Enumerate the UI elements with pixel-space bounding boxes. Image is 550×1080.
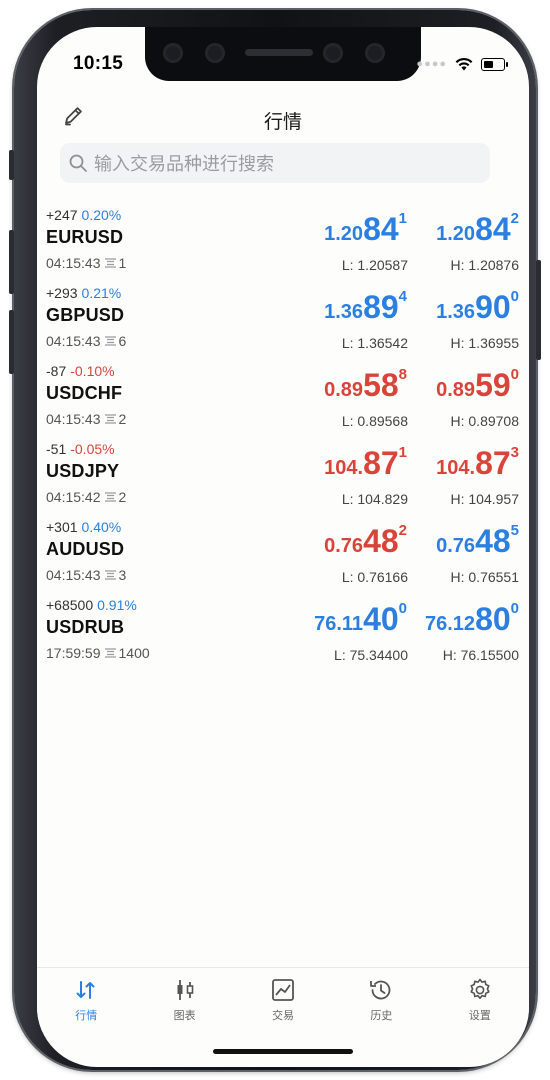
low-price: L: 0.76166 [341,569,408,585]
screen: 10:15 ●●●● 行情 输入交易品种进行搜索 +247 0.20% EURU… [37,27,529,1067]
tab-label: 行情 [75,1010,98,1022]
spread-icon [104,492,116,502]
symbol-name: GBPUSD [46,305,125,325]
tab-trade-chart[interactable]: 交易 [234,968,332,1032]
spread-icon [104,570,116,580]
search-placeholder: 输入交易品种进行搜索 [94,154,274,174]
low-price: L: 75.34400 [334,647,408,663]
spread-icon [104,258,116,268]
bid-price[interactable]: 0.76482 [324,523,407,557]
ask-price[interactable]: 0.76485 [436,523,519,557]
search-icon [69,154,87,172]
ask-price[interactable]: 0.89590 [436,367,519,401]
tab-label: 历史 [370,1010,393,1022]
search-input[interactable]: 输入交易品种进行搜索 [60,143,490,183]
tab-label: 图表 [173,1010,196,1022]
change-text: +293 0.21% [46,285,122,301]
quote-row-gbpusd[interactable]: +293 0.21% GBPUSD 04:15:43 6 1.36894 1.36… [37,281,529,359]
tab-bar: 行情 图表 交易 历史 设置 [37,967,529,1032]
tick-meta: 04:15:43 2 [46,411,127,427]
trade-chart-icon [272,979,294,1001]
history-clock-icon [370,980,391,1000]
high-price: H: 1.36955 [450,335,520,351]
tick-meta: 04:15:43 6 [46,333,127,349]
low-price: L: 1.36542 [341,335,408,351]
settings-gear-icon [470,978,490,1000]
home-indicator [213,1049,353,1054]
tab-settings-gear[interactable]: 设置 [431,968,529,1032]
volume-up-button [9,230,14,294]
high-price: H: 0.76551 [450,569,520,585]
symbol-name: EURUSD [46,227,124,247]
ask-price[interactable]: 76.12800 [425,601,519,635]
spread-icon [104,648,116,658]
change-text: +301 0.40% [46,519,122,535]
tab-label: 设置 [468,1010,491,1022]
low-price: L: 1.20587 [341,257,408,273]
quotes-arrows-icon [76,981,95,999]
high-price: H: 0.89708 [450,413,520,429]
signal-dots-icon: ●●●● [416,58,447,70]
high-price: H: 1.20876 [450,257,520,273]
tab-candlestick-chart[interactable]: 图表 [135,968,233,1032]
wifi-icon [455,57,473,71]
spread-icon [104,414,116,424]
symbol-name: USDJPY [46,461,120,481]
quote-row-usdjpy[interactable]: -51 -0.05% USDJPY 04:15:42 2 104.871 104.… [37,437,529,515]
bid-price[interactable]: 1.20841 [324,211,407,245]
volume-down-button [9,310,14,374]
speaker [245,49,313,56]
spread-icon [104,336,116,346]
tick-meta: 04:15:43 3 [46,567,127,583]
symbol-name: USDRUB [46,617,125,637]
symbol-name: USDCHF [46,383,123,403]
tab-history-clock[interactable]: 历史 [332,968,430,1032]
low-price: L: 104.829 [341,491,408,507]
ask-price[interactable]: 1.20842 [436,211,519,245]
quote-row-audusd[interactable]: +301 0.40% AUDUSD 04:15:43 3 0.76482 0.76… [37,515,529,593]
power-button [536,260,541,360]
mute-switch [9,150,14,180]
status-icons: ●●●● [416,57,508,71]
change-text: +247 0.20% [46,207,122,223]
quote-row-usdrub[interactable]: +68500 0.91% USDRUB 17:59:59 1400 76.1140… [37,593,529,671]
low-price: L: 0.89568 [341,413,408,429]
page-title: 行情 [263,112,302,133]
symbol-name: AUDUSD [46,539,125,559]
high-price: H: 76.15500 [442,647,519,663]
tab-quotes-arrows[interactable]: 行情 [37,968,135,1032]
ask-price[interactable]: 104.873 [436,445,519,479]
tick-meta: 04:15:43 1 [46,255,127,271]
bid-price[interactable]: 104.871 [324,445,407,479]
tick-meta: 04:15:42 2 [46,489,127,505]
status-time: 10:15 [73,53,124,74]
tab-label: 交易 [272,1010,295,1022]
quote-row-eurusd[interactable]: +247 0.20% EURUSD 04:15:43 1 1.20841 1.20… [37,203,529,281]
notch [145,27,421,81]
bid-price[interactable]: 1.36894 [324,289,407,323]
ask-price[interactable]: 1.36900 [436,289,519,323]
candlestick-chart-icon [177,980,193,1000]
phone-frame: 10:15 ●●●● 行情 输入交易品种进行搜索 +247 0.20% EURU… [9,10,541,1070]
high-price: H: 104.957 [450,491,520,507]
bid-price[interactable]: 0.89588 [324,367,407,401]
bid-price[interactable]: 76.11400 [314,601,407,635]
change-text: -51 -0.05% [46,441,115,457]
battery-icon [481,57,508,71]
change-text: -87 -0.10% [46,363,115,379]
quotes-list: +247 0.20% EURUSD 04:15:43 1 1.20841 1.20… [37,203,529,671]
change-text: +68500 0.91% [46,597,137,613]
tick-meta: 17:59:59 1400 [46,645,150,661]
quote-row-usdchf[interactable]: -87 -0.10% USDCHF 04:15:43 2 0.89588 0.89… [37,359,529,437]
